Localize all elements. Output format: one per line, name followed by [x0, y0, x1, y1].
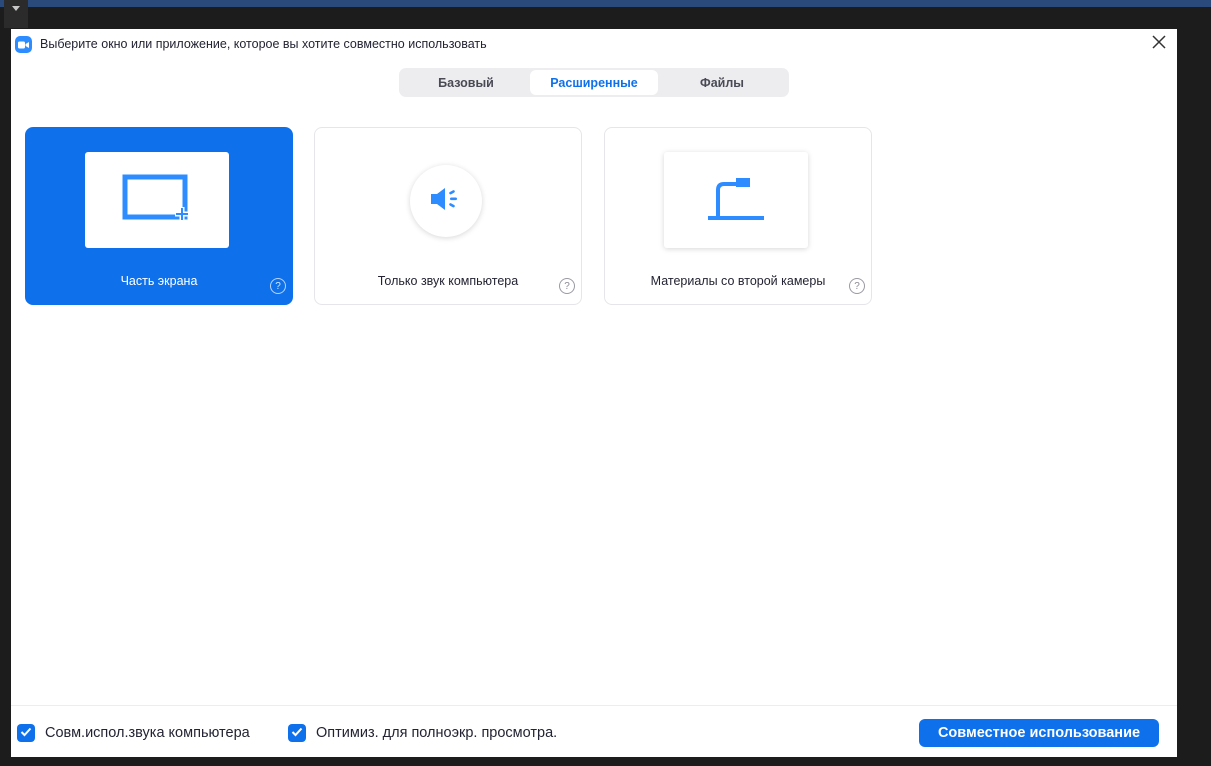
portion-preview: [85, 152, 229, 248]
document-camera-icon: [704, 172, 768, 229]
share-tabs: Базовый Расширенные Файлы: [399, 68, 789, 97]
top-window-strip: [0, 0, 1211, 7]
option-label: Только звук компьютера: [377, 274, 519, 288]
share-button[interactable]: Совместное использование: [919, 719, 1159, 747]
share-sound-label: Совм.испол.звука компьютера: [45, 725, 250, 741]
toolbar-dropdown[interactable]: [4, 0, 28, 28]
option-portion-of-screen[interactable]: Часть экрана ?: [25, 127, 293, 305]
share-dialog: Выберите окно или приложение, которое вы…: [11, 29, 1177, 757]
option-computer-sound[interactable]: Только звук компьютера ?: [314, 127, 582, 305]
camera-preview: [664, 152, 808, 248]
titlebar: Выберите окно или приложение, которое вы…: [11, 29, 1177, 59]
close-button[interactable]: [1147, 32, 1171, 56]
option-label: Часть экрана: [120, 274, 198, 288]
caret-down-icon: [12, 6, 20, 12]
sound-preview: [410, 165, 482, 237]
tab-basic[interactable]: Базовый: [402, 70, 530, 95]
question-icon[interactable]: ?: [270, 278, 286, 294]
close-icon: [1152, 34, 1166, 54]
checkmark-icon: [20, 724, 32, 742]
zoom-camera-icon: [15, 36, 32, 53]
question-icon[interactable]: ?: [559, 278, 575, 294]
optimize-fullscreen-label: Оптимиз. для полноэкр. просмотра.: [316, 725, 558, 741]
checkmark-icon: [291, 724, 303, 742]
speaker-icon: [429, 186, 463, 217]
question-icon[interactable]: ?: [849, 278, 865, 294]
screen-portion-icon: [122, 173, 192, 228]
option-label: Материалы со второй камеры: [650, 274, 826, 288]
optimize-fullscreen-checkbox[interactable]: [288, 724, 306, 742]
option-second-camera[interactable]: Материалы со второй камеры ?: [604, 127, 872, 305]
optimize-fullscreen-option[interactable]: Оптимиз. для полноэкр. просмотра.: [288, 724, 557, 742]
share-sound-option[interactable]: Совм.испол.звука компьютера: [17, 724, 250, 742]
tab-files[interactable]: Файлы: [658, 70, 786, 95]
tab-advanced[interactable]: Расширенные: [530, 70, 658, 95]
dialog-title: Выберите окно или приложение, которое вы…: [40, 37, 487, 51]
footer: Совм.испол.звука компьютера Оптимиз. для…: [11, 706, 1177, 757]
share-sound-checkbox[interactable]: [17, 724, 35, 742]
